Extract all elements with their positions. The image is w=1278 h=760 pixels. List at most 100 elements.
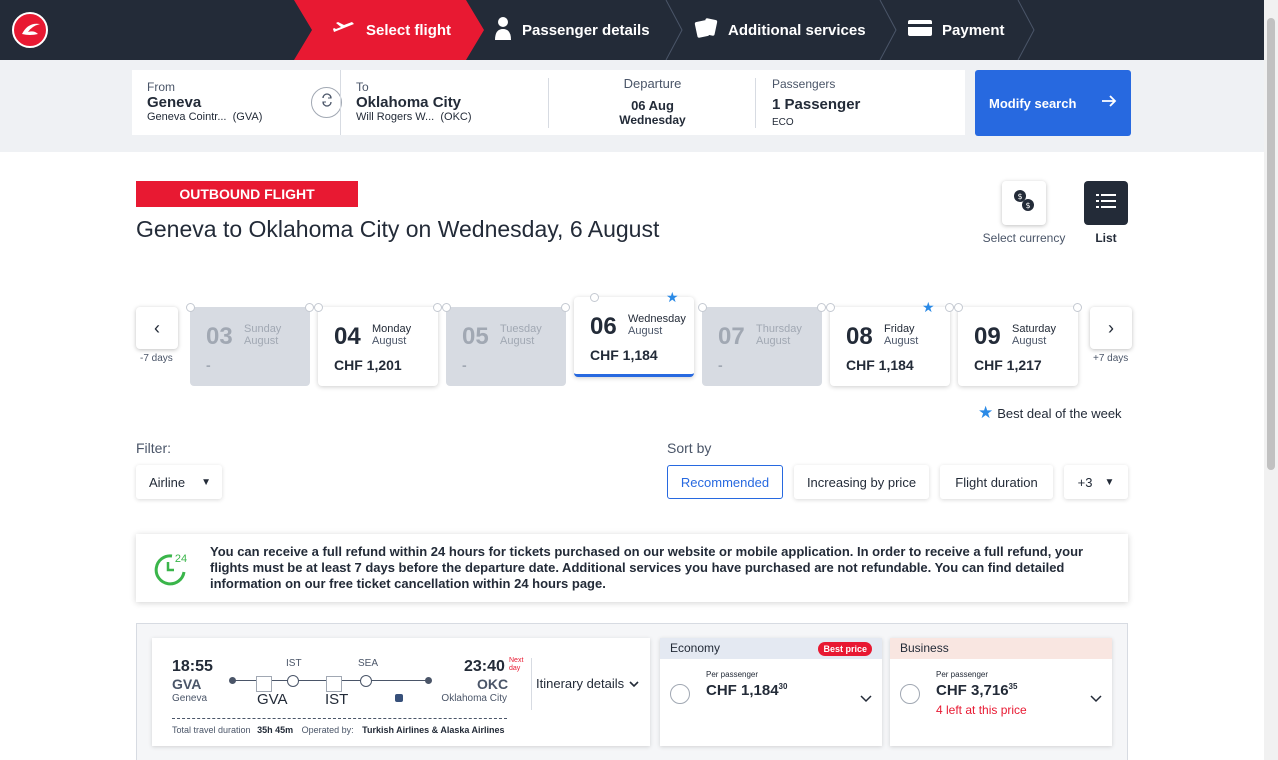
- seats-left-warning: 4 left at this price: [936, 703, 1027, 717]
- operated-value: Turkish Airlines & Alaska Airlines: [362, 725, 505, 735]
- business-fare-header: Business: [890, 638, 1112, 659]
- business-fare-card[interactable]: Business Per passenger CHF 3,71635 4 lef…: [890, 638, 1112, 746]
- step-separator: [1017, 0, 1035, 60]
- sort-label: Sort by: [667, 440, 712, 456]
- passengers-label: Passengers: [772, 77, 836, 91]
- departure-day: Wednesday: [619, 113, 686, 127]
- step-select-flight[interactable]: Select flight: [294, 0, 484, 60]
- weekday: Monday: [372, 323, 412, 335]
- sort-recommended[interactable]: Recommended: [667, 465, 783, 499]
- from-code: (GVA): [232, 111, 263, 123]
- from-label: From: [147, 80, 175, 94]
- chevron-down-icon[interactable]: [1090, 690, 1102, 708]
- arrival-city: Oklahoma City: [441, 693, 507, 704]
- modify-search-button[interactable]: Modify search: [975, 70, 1131, 136]
- card-notch: [817, 303, 826, 312]
- list-view-label: List: [1095, 231, 1117, 245]
- date-card: 07 Thursday August -: [698, 303, 826, 386]
- step-label: Select flight: [366, 21, 452, 39]
- date-card-selected[interactable]: 06 Wednesday August CHF 1,184: [574, 293, 694, 377]
- swap-button[interactable]: [311, 87, 342, 118]
- modify-search-label: Modify search: [989, 95, 1077, 111]
- price-cents: 30: [778, 682, 788, 691]
- passengers-field[interactable]: Passengers 1 Passenger ECO: [772, 77, 860, 128]
- month: August: [628, 325, 663, 337]
- economy-radio[interactable]: [670, 684, 690, 704]
- to-city: Oklahoma City: [356, 94, 462, 111]
- to-code: (OKC): [440, 111, 472, 123]
- route-dot: [425, 677, 432, 684]
- step-label: Additional services: [728, 21, 866, 39]
- airline-filter-dropdown[interactable]: Airline ▼: [136, 465, 222, 499]
- page-scrollbar[interactable]: [1264, 0, 1278, 760]
- sort-more-label: +3: [1077, 474, 1093, 490]
- search-summary: From Geneva Geneva Cointr... (GVA) To Ok…: [132, 70, 965, 135]
- list-view-button[interactable]: [1084, 181, 1128, 225]
- step-additional-services[interactable]: Additional services: [694, 0, 866, 60]
- from-field[interactable]: From Geneva Geneva Cointr... (GVA): [147, 80, 262, 123]
- arrow-right-icon: [1101, 93, 1117, 112]
- arrival-time: 23:40: [464, 658, 505, 675]
- chevron-down-icon: [629, 676, 639, 691]
- divider: [172, 718, 507, 719]
- date-card[interactable]: 04 Monday August CHF 1,201: [314, 303, 442, 386]
- day-price: -: [718, 357, 723, 373]
- best-deal-label: Best deal of the week: [997, 405, 1122, 421]
- refund-24h-icon: 24: [152, 550, 188, 591]
- step-separator: [665, 0, 683, 60]
- card-notch: [945, 303, 954, 312]
- divider: [548, 78, 549, 128]
- card-notch: [590, 293, 599, 302]
- scrollbar-thumb[interactable]: [1267, 18, 1275, 470]
- price-cents: 35: [1008, 682, 1018, 691]
- departure-code: GVA: [172, 676, 202, 692]
- sort-flight-duration[interactable]: Flight duration: [940, 465, 1053, 499]
- day-number: 05: [462, 323, 489, 350]
- itinerary-details-button[interactable]: Itinerary details: [536, 676, 639, 691]
- date-card[interactable]: 08 Friday August CHF 1,184: [826, 303, 954, 386]
- next-week-button[interactable]: ›: [1090, 307, 1132, 349]
- chevron-left-icon: ‹: [154, 317, 160, 338]
- to-field[interactable]: To Oklahoma City Will Rogers W... (OKC): [356, 80, 472, 123]
- to-label: To: [356, 80, 369, 94]
- step-separator: [879, 0, 897, 60]
- sort-more-dropdown[interactable]: +3 ▼: [1064, 465, 1128, 499]
- chevron-down-icon[interactable]: [860, 690, 872, 708]
- departure-time: 18:55: [172, 658, 213, 675]
- best-price-badge: Best price: [818, 642, 872, 656]
- day-price: -: [462, 357, 467, 373]
- economy-fare-card[interactable]: Economy Best price Per passenger CHF 1,1…: [660, 638, 882, 746]
- per-passenger-label: Per passenger: [936, 670, 989, 679]
- airline-logo[interactable]: [12, 12, 48, 48]
- broken-image-icon: [326, 676, 342, 692]
- day-number: 08: [846, 323, 873, 350]
- prev-week-button[interactable]: ‹: [136, 307, 178, 349]
- arrival-code: OKC: [477, 676, 509, 692]
- chevron-right-icon: ›: [1108, 317, 1114, 338]
- airline-filter-label: Airline: [149, 474, 186, 490]
- next-week-label: +7 days: [1093, 353, 1129, 364]
- divider: [340, 70, 341, 135]
- month: August: [500, 335, 535, 347]
- economy-fare-header: Economy Best price: [660, 638, 882, 659]
- card-notch: [442, 303, 451, 312]
- card-notch: [314, 303, 323, 312]
- svg-text:24: 24: [175, 553, 187, 565]
- price-main: CHF 3,716: [936, 682, 1009, 699]
- refund-notice: 24 You can receive a full refund within …: [136, 534, 1128, 602]
- prev-week-label: -7 days: [140, 353, 173, 364]
- select-currency-button[interactable]: $ $: [1002, 181, 1046, 225]
- day-price: -: [206, 357, 211, 373]
- step-passenger-details[interactable]: Passenger details: [494, 0, 650, 60]
- month: August: [372, 335, 407, 347]
- flight-card[interactable]: 18:55 GVA Geneva IST SEA GVA IST 23:40 N…: [152, 638, 650, 746]
- step-payment[interactable]: Payment: [908, 0, 1005, 60]
- weekday: Friday: [884, 323, 915, 335]
- business-radio[interactable]: [900, 684, 920, 704]
- svg-text:$: $: [1025, 201, 1030, 210]
- sort-increasing-price[interactable]: Increasing by price: [794, 465, 929, 499]
- departure-city: Geneva: [172, 693, 208, 704]
- date-card[interactable]: 09 Saturday August CHF 1,217: [954, 303, 1082, 386]
- passengers-value: 1 Passenger: [772, 96, 861, 113]
- departure-field[interactable]: Departure 06 Aug Wednesday: [550, 76, 755, 127]
